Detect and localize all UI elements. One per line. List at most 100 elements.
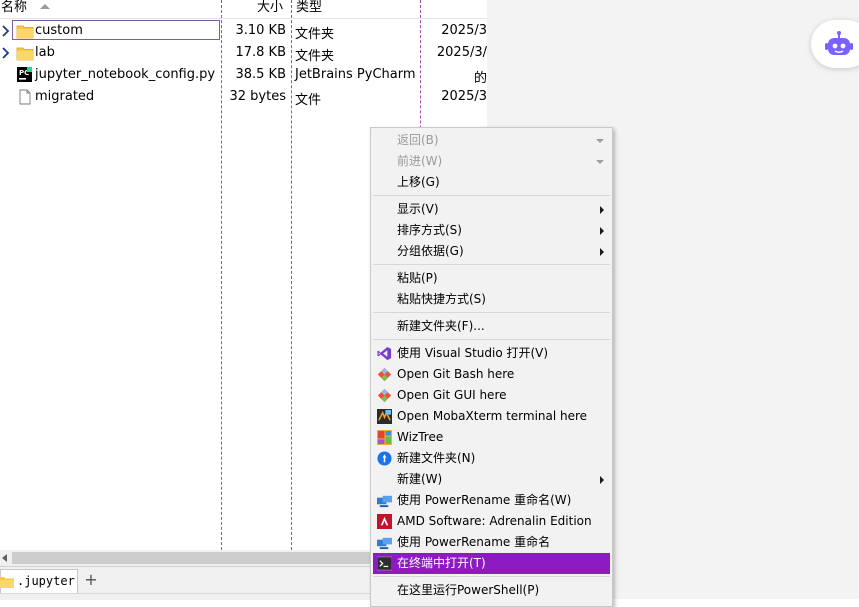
chevron-right-icon[interactable] [1, 25, 11, 37]
file-row[interactable]: custom 3.10 KB 文件夹 2025/3 [0, 20, 487, 42]
menu-item-label: 粘贴(P) [397, 271, 438, 285]
menu-item-group-by[interactable]: 分组依据(G) [373, 241, 610, 262]
submenu-arrow-icon [600, 476, 604, 484]
menu-item-new-folder[interactable]: 新建文件夹(N) [373, 448, 610, 469]
folder-icon [16, 25, 34, 39]
tab-label: .jupyter [17, 574, 75, 588]
menu-item-label: Open MobaXterm terminal here [397, 409, 588, 423]
menu-item-up[interactable]: 上移(G) [373, 172, 610, 193]
submenu-arrow-icon [600, 248, 604, 256]
menu-item-view[interactable]: 显示(V) [373, 199, 610, 220]
menu-item-back[interactable]: 返回(B) [373, 130, 610, 151]
menu-item-open-visual-studio[interactable]: 使用 Visual Studio 打开(V) [373, 343, 610, 364]
menu-separator [373, 576, 610, 577]
menu-item-paste[interactable]: 粘贴(P) [373, 268, 610, 289]
menu-separator [373, 339, 610, 340]
menu-item-git-bash[interactable]: Open Git Bash here [373, 364, 610, 385]
menu-item-run-powershell[interactable]: 在这里运行PowerShell(P) [373, 580, 610, 601]
menu-item-powerrename-w[interactable]: 使用 PowerRename 重命名(W) [373, 490, 610, 511]
file-row[interactable]: migrated 32 bytes 文件 2025/3 [0, 86, 487, 108]
menu-item-label: 排序方式(S) [397, 223, 462, 237]
menu-item-label: 分组依据(G) [397, 244, 464, 258]
file-type: 文件夹 [295, 49, 335, 64]
menu-item-wiztree[interactable]: WizTree [373, 427, 610, 448]
column-header-size[interactable]: 大小 [257, 0, 283, 18]
menu-item-label: 新建(W) [397, 472, 443, 486]
menu-item-amd-software[interactable]: AMD Software: Adrenalin Edition [373, 511, 610, 532]
tab-jupyter[interactable]: .jupyter [0, 569, 78, 593]
git-icon [377, 388, 392, 403]
menu-item-label: 新建文件夹(F)... [397, 319, 485, 333]
menu-item-label: 上移(G) [397, 175, 440, 189]
column-header-name[interactable]: 名称 [1, 0, 27, 18]
file-size: 17.8 KB [235, 45, 286, 60]
menu-item-label: Open Git Bash here [397, 367, 515, 381]
file-size: 38.5 KB [235, 67, 286, 82]
menu-separator [373, 195, 610, 196]
scrollbar-thumb[interactable] [12, 552, 372, 564]
menu-item-new-folder-dialog[interactable]: 新建文件夹(F)... [373, 316, 610, 337]
file-date: 2025/3 [441, 89, 487, 104]
file-size: 3.10 KB [235, 23, 286, 38]
menu-item-label: 返回(B) [397, 133, 439, 147]
file-size: 32 bytes [229, 89, 287, 104]
visual-studio-icon [377, 346, 392, 361]
menu-item-powerrename[interactable]: 使用 PowerRename 重命名 [373, 532, 610, 553]
menu-item-label: 前进(W) [397, 154, 443, 168]
context-menu: 返回(B) 前进(W) 上移(G) 显示(V) 排序方式(S) 分组依据(G) … [370, 127, 613, 607]
add-tab-button[interactable]: + [83, 571, 99, 589]
chevron-down-icon [596, 139, 604, 143]
git-icon [377, 367, 392, 382]
file-name: jupyter_notebook_config.py [35, 67, 216, 82]
menu-item-label: 使用 PowerRename 重命名(W) [397, 493, 572, 507]
chevron-down-icon [596, 160, 604, 164]
menu-separator [373, 264, 610, 265]
menu-item-sort-by[interactable]: 排序方式(S) [373, 220, 610, 241]
menu-item-label: Open Git GUI here [397, 388, 507, 402]
menu-item-new[interactable]: 新建(W) [373, 469, 610, 490]
submenu-arrow-icon [600, 227, 604, 235]
menu-item-label: 新建文件夹(N) [397, 451, 476, 465]
file-name: custom [35, 23, 83, 38]
file-date: 2025/3 [441, 23, 487, 38]
menu-item-label: 粘贴快捷方式(S) [397, 292, 486, 306]
powerrename-icon [377, 495, 392, 508]
terminal-icon [377, 556, 392, 571]
file-name: migrated [35, 89, 95, 104]
file-name: lab [35, 45, 55, 60]
file-row[interactable]: lab 17.8 KB 文件夹 2025/3/ [0, 42, 487, 64]
robot-icon [825, 31, 853, 55]
menu-item-label: AMD Software: Adrenalin Edition [397, 514, 592, 528]
assistant-bot-button[interactable] [811, 20, 859, 68]
menu-item-open-in-terminal[interactable]: 在终端中打开(T) [373, 553, 610, 574]
menu-item-paste-shortcut[interactable]: 粘贴快捷方式(S) [373, 289, 610, 310]
column-header-row: 名称 大小 类型 [0, 0, 487, 19]
menu-item-mobaxterm[interactable]: Open MobaXterm terminal here [373, 406, 610, 427]
file-row[interactable]: PC jupyter_notebook_config.py 38.5 KB Je… [0, 64, 487, 86]
mobaxterm-icon [377, 409, 392, 424]
file-type: 文件夹 [295, 27, 335, 42]
chevron-right-icon[interactable] [1, 47, 11, 59]
powerrename-icon [377, 537, 392, 550]
submenu-arrow-icon [600, 206, 604, 214]
file-type: JetBrains PyCharm [295, 67, 416, 82]
scroll-left-icon[interactable] [2, 554, 7, 562]
menu-item-label: 显示(V) [397, 202, 439, 216]
menu-item-forward[interactable]: 前进(W) [373, 151, 610, 172]
folder-icon [16, 47, 34, 61]
new-folder-blue-icon [377, 451, 392, 466]
column-header-type[interactable]: 类型 [296, 0, 322, 18]
file-type: 文件 [295, 93, 322, 108]
menu-item-label: 使用 PowerRename 重命名 [397, 535, 551, 549]
sort-ascending-icon [40, 4, 50, 9]
file-icon [19, 89, 31, 105]
menu-item-label: 使用 Visual Studio 打开(V) [397, 346, 549, 360]
menu-item-label: 在这里运行PowerShell(P) [397, 583, 540, 597]
file-date: 的 [473, 71, 487, 86]
menu-separator [373, 312, 610, 313]
pycharm-file-icon: PC [17, 67, 32, 82]
amd-icon [377, 514, 392, 529]
wiztree-icon [377, 430, 392, 445]
folder-icon [0, 577, 14, 588]
menu-item-git-gui[interactable]: Open Git GUI here [373, 385, 610, 406]
